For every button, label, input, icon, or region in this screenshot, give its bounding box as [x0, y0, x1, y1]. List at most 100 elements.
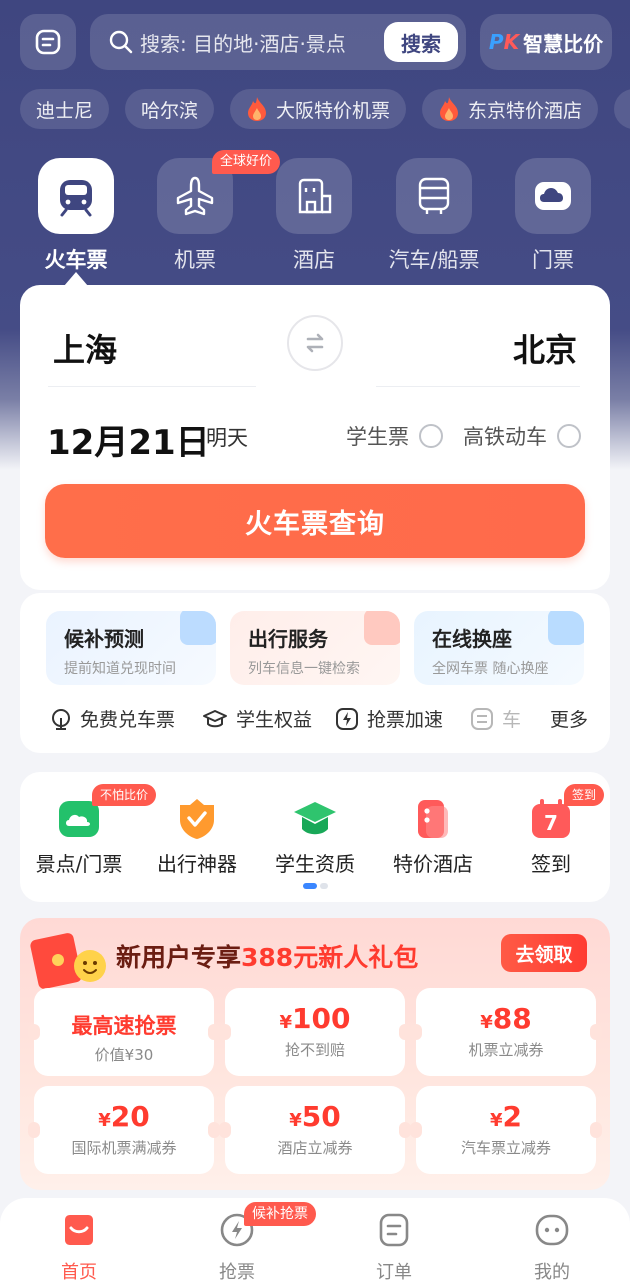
search-button[interactable]: 搜索	[384, 22, 458, 62]
search-bar[interactable]: 搜索: 目的地·酒店·景点 搜索	[90, 14, 466, 70]
departure-date[interactable]: 12月21日	[47, 415, 210, 464]
hot-tag-more[interactable]	[614, 89, 630, 129]
coupon-50[interactable]: ¥50 酒店立减券	[219, 1086, 411, 1174]
coupon-desc: 汽车票立减券	[460, 1139, 551, 1157]
train-services-card: 候补预测 提前知道兑现时间 出行服务 列车信息一键检索 在线换座 全网车票 随心…	[20, 593, 610, 753]
coupon-desc: 国际机票满减券	[71, 1139, 177, 1157]
feature-hotel-deals[interactable]: 特价酒店	[374, 796, 492, 877]
attractions-badge: 不怕比价	[92, 784, 157, 806]
ticket-cloud-icon	[515, 158, 591, 234]
hot-tag-label: 大阪特价机票	[276, 99, 391, 122]
swap-cities-button[interactable]	[287, 315, 343, 371]
feature-label: 景点/门票	[35, 852, 123, 876]
red-envelope-icon	[30, 933, 106, 989]
claim-button[interactable]: 去领取	[501, 934, 587, 972]
coupon-fast-grab[interactable]: 最高速抢票 价值¥30	[28, 988, 220, 1076]
feature-check-in[interactable]: 7 签到	[492, 796, 610, 877]
seat-change-card[interactable]: 在线换座 全网车票 随心换座	[414, 611, 584, 685]
search-input[interactable]: 搜索: 目的地·酒店·景点	[140, 28, 384, 57]
date-relative-label: 明天	[206, 426, 248, 450]
free-ticket-link[interactable]: 免费兑车票	[50, 705, 175, 732]
quick-link-label: 免费兑车票	[80, 709, 176, 731]
message-button[interactable]	[20, 14, 76, 70]
tab-bus-ferry[interactable]: 汽车/船票	[374, 158, 494, 274]
coupon-desc: 机票立减券	[468, 1041, 544, 1059]
check-in-day-number: 7	[544, 811, 558, 835]
coupon-amount: 2	[502, 1100, 522, 1133]
quick-links: 免费兑车票 学生权益 抢票加速 车 更多	[20, 701, 610, 737]
coupon-100[interactable]: ¥100 抢不到赔	[219, 988, 411, 1076]
coupon-value: ¥50	[225, 1100, 405, 1133]
search-icon	[109, 30, 133, 54]
feature-student-status[interactable]: 学生资质	[256, 796, 374, 877]
shield-check-icon	[174, 796, 220, 842]
travel-services-card[interactable]: 出行服务 列车信息一键检索	[230, 611, 400, 685]
tab-train-tickets[interactable]: 火车票	[16, 158, 136, 274]
coupon-currency: ¥	[289, 1110, 302, 1131]
divider	[376, 386, 580, 387]
home-icon	[65, 1215, 93, 1245]
hotel-deal-icon	[410, 796, 456, 842]
coupon-amount: 50	[301, 1100, 341, 1133]
student-benefits-link[interactable]: 学生权益	[202, 705, 312, 732]
coupon-currency: ¥	[98, 1110, 111, 1131]
tab-label: 门票	[532, 248, 574, 272]
coupon-20[interactable]: ¥20 国际机票满减券	[28, 1086, 220, 1174]
check-in-badge: 签到	[564, 784, 605, 806]
waitlist-badge: 候补抢票	[244, 1202, 316, 1226]
feature-travel-tools[interactable]: 出行神器	[138, 796, 256, 877]
service-subtitle: 全网车票 随心换座	[432, 661, 549, 677]
coupon-2[interactable]: ¥2 汽车票立减券	[410, 1086, 602, 1174]
quick-link-label: 车	[502, 709, 522, 731]
departure-city[interactable]: 上海	[53, 325, 117, 371]
nav-orders[interactable]: 订单	[339, 1210, 449, 1280]
highspeed-label: 高铁动车	[463, 425, 547, 449]
train-search-button[interactable]: 火车票查询	[45, 484, 585, 558]
highspeed-checkbox[interactable]	[557, 424, 581, 448]
coupon-88[interactable]: ¥88 机票立减券	[410, 988, 602, 1076]
hot-tag-label: 东京特价酒店	[468, 99, 583, 122]
feature-label: 签到	[531, 852, 571, 876]
tab-label: 火车票	[44, 248, 108, 272]
highspeed-option[interactable]: 高铁动车	[463, 421, 581, 451]
smart-compare-button[interactable]: PK 智慧比价	[480, 14, 612, 70]
tab-flights[interactable]: 机票	[135, 158, 255, 274]
flame-icon	[440, 97, 459, 121]
hot-tag-label: 哈尔滨	[141, 99, 199, 122]
student-ticket-label: 学生票	[346, 425, 409, 449]
nav-label: 首页	[61, 1262, 97, 1280]
coupon-amount: 20	[110, 1100, 150, 1133]
feature-row: 景点/门票 出行神器 学生资质 特价酒店 7 签到 不怕比价 签到	[20, 772, 610, 902]
coupon-desc: 酒店立减券	[277, 1139, 353, 1157]
student-ticket-checkbox[interactable]	[419, 424, 443, 448]
more-link[interactable]: 更多	[550, 705, 588, 732]
speed-up-link[interactable]: 抢票加速	[335, 705, 443, 732]
compare-label: 智慧比价	[523, 31, 604, 56]
seat-icon	[548, 611, 584, 645]
hot-tag-tokyo-hotels[interactable]: 东京特价酒店	[422, 89, 599, 129]
hot-tags: 迪士尼 哈尔滨 大阪特价机票 东京特价酒店	[20, 89, 630, 131]
nav-profile[interactable]: 我的	[497, 1210, 607, 1280]
feature-attractions[interactable]: 景点/门票	[20, 796, 138, 877]
divider	[48, 386, 256, 387]
waitlist-prediction-card[interactable]: 候补预测 提前知道兑现时间	[46, 611, 216, 685]
compare-logo-p: P	[488, 30, 504, 54]
nav-label: 订单	[376, 1262, 412, 1280]
service-subtitle: 列车信息一键检索	[248, 661, 360, 677]
nav-home[interactable]: 首页	[24, 1210, 134, 1280]
student-ticket-option[interactable]: 学生票	[346, 421, 443, 451]
graduation-cap-icon	[203, 709, 227, 727]
hot-tag-harbin[interactable]: 哈尔滨	[125, 89, 215, 129]
tab-attraction-tickets[interactable]: 门票	[493, 158, 613, 274]
hot-tag-disney[interactable]: 迪士尼	[20, 89, 110, 129]
new-user-promo: 新用户专享388元新人礼包 去领取 最高速抢票 价值¥30 ¥100 抢不到赔 …	[20, 918, 610, 1190]
hot-tag-osaka-flights[interactable]: 大阪特价机票	[230, 89, 407, 129]
graduation-cap-icon	[292, 796, 338, 842]
tab-hotels[interactable]: 酒店	[254, 158, 374, 274]
coupon-value: ¥88	[416, 1002, 596, 1035]
tab-label: 酒店	[293, 248, 335, 272]
page-dot	[320, 883, 328, 889]
arrival-city[interactable]: 北京	[513, 325, 577, 371]
coupon-value: ¥2	[416, 1100, 596, 1133]
more-quick-link[interactable]: 车	[470, 705, 521, 732]
